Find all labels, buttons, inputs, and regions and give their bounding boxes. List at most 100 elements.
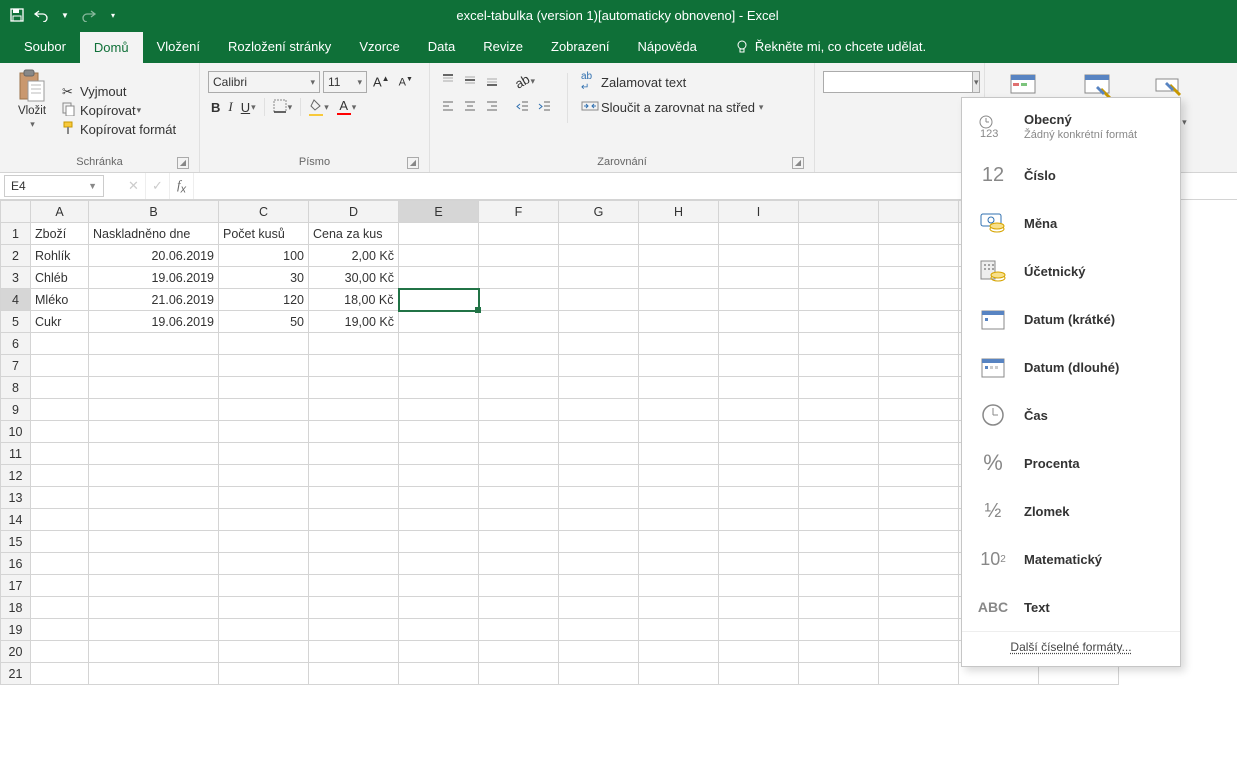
cell-A5[interactable]: Cukr [31, 311, 89, 333]
cell-A15[interactable] [31, 531, 89, 553]
cell-C21[interactable] [219, 663, 309, 685]
wrap-text-button[interactable]: ab↵ Zalamovat text [581, 71, 763, 93]
cell-B14[interactable] [89, 509, 219, 531]
cell-2[interactable] [879, 245, 959, 267]
cell-F12[interactable] [479, 465, 559, 487]
cell-D14[interactable] [309, 509, 399, 531]
align-center-button[interactable] [460, 97, 480, 117]
cell-D5[interactable]: 19,00 Kč [309, 311, 399, 333]
decrease-font-button[interactable]: A▼ [396, 72, 416, 92]
cell-D2[interactable]: 2,00 Kč [309, 245, 399, 267]
cell-G16[interactable] [559, 553, 639, 575]
cell-G7[interactable] [559, 355, 639, 377]
tab-view[interactable]: Zobrazení [537, 31, 624, 63]
cell-B8[interactable] [89, 377, 219, 399]
cell-8[interactable] [799, 377, 879, 399]
cell-H10[interactable] [639, 421, 719, 443]
format-item-number[interactable]: 12 Číslo [962, 151, 1180, 199]
row-header-19[interactable]: 19 [1, 619, 31, 641]
cell-C14[interactable] [219, 509, 309, 531]
cell-F19[interactable] [479, 619, 559, 641]
tab-insert[interactable]: Vložení [143, 31, 214, 63]
cell-I8[interactable] [719, 377, 799, 399]
cell-A12[interactable] [31, 465, 89, 487]
cell-I18[interactable] [719, 597, 799, 619]
cell-C6[interactable] [219, 333, 309, 355]
cell-G5[interactable] [559, 311, 639, 333]
cell-B2[interactable]: 20.06.2019 [89, 245, 219, 267]
row-header-16[interactable]: 16 [1, 553, 31, 575]
cell-C10[interactable] [219, 421, 309, 443]
cell-D17[interactable] [309, 575, 399, 597]
cell-14[interactable] [799, 509, 879, 531]
row-header-13[interactable]: 13 [1, 487, 31, 509]
cell-B9[interactable] [89, 399, 219, 421]
row-header-15[interactable]: 15 [1, 531, 31, 553]
cell-4[interactable] [799, 289, 879, 311]
cell-C11[interactable] [219, 443, 309, 465]
cancel-formula-button[interactable]: ✕ [122, 173, 146, 199]
cell-H5[interactable] [639, 311, 719, 333]
cell-B3[interactable]: 19.06.2019 [89, 267, 219, 289]
cell-E17[interactable] [399, 575, 479, 597]
cell-I16[interactable] [719, 553, 799, 575]
cell-A20[interactable] [31, 641, 89, 663]
cell-I3[interactable] [719, 267, 799, 289]
cell-E6[interactable] [399, 333, 479, 355]
cell-B18[interactable] [89, 597, 219, 619]
cell-H11[interactable] [639, 443, 719, 465]
cell-D7[interactable] [309, 355, 399, 377]
cell-A2[interactable]: Rohlík [31, 245, 89, 267]
cell-F8[interactable] [479, 377, 559, 399]
cell-D8[interactable] [309, 377, 399, 399]
cell-I11[interactable] [719, 443, 799, 465]
cell-16[interactable] [799, 553, 879, 575]
cell-E7[interactable] [399, 355, 479, 377]
cell-C17[interactable] [219, 575, 309, 597]
cell-H8[interactable] [639, 377, 719, 399]
cell-B16[interactable] [89, 553, 219, 575]
cell-G20[interactable] [559, 641, 639, 663]
cell-A3[interactable]: Chléb [31, 267, 89, 289]
cell-G18[interactable] [559, 597, 639, 619]
font-dialog-launcher[interactable]: ◢ [407, 157, 419, 169]
cell-7[interactable] [879, 355, 959, 377]
font-color-button[interactable]: A▾ [334, 97, 360, 117]
cell-C12[interactable] [219, 465, 309, 487]
cell-19[interactable] [879, 619, 959, 641]
qat-customize-icon[interactable]: ▾ [102, 4, 124, 26]
cell-21[interactable] [799, 663, 879, 685]
column-header-blank[interactable] [879, 201, 959, 223]
cell-H6[interactable] [639, 333, 719, 355]
more-number-formats[interactable]: Další číselné formáty... [962, 631, 1180, 662]
number-format-dropdown-button[interactable]: ▾ [973, 71, 980, 93]
cell-E21[interactable] [399, 663, 479, 685]
cell-I9[interactable] [719, 399, 799, 421]
cell-I13[interactable] [719, 487, 799, 509]
cell-8[interactable] [879, 377, 959, 399]
cell-E5[interactable] [399, 311, 479, 333]
cell-5[interactable] [879, 311, 959, 333]
cell-C5[interactable]: 50 [219, 311, 309, 333]
column-header-F[interactable]: F [479, 201, 559, 223]
row-header-4[interactable]: 4 [1, 289, 31, 311]
cell-F13[interactable] [479, 487, 559, 509]
cell-A4[interactable]: Mléko [31, 289, 89, 311]
cell-A21[interactable] [31, 663, 89, 685]
format-item-date-long[interactable]: Datum (dlouhé) [962, 343, 1180, 391]
merge-center-button[interactable]: Sloučit a zarovnat na střed ▾ [581, 99, 763, 116]
cell-B5[interactable]: 19.06.2019 [89, 311, 219, 333]
cell-13[interactable] [799, 487, 879, 509]
cell-H12[interactable] [639, 465, 719, 487]
format-item-date-short[interactable]: Datum (krátké) [962, 295, 1180, 343]
cell-G1[interactable] [559, 223, 639, 245]
cell-C15[interactable] [219, 531, 309, 553]
undo-icon[interactable] [30, 4, 52, 26]
cell-E2[interactable] [399, 245, 479, 267]
cell-I6[interactable] [719, 333, 799, 355]
confirm-formula-button[interactable]: ✓ [146, 173, 170, 199]
save-icon[interactable] [6, 4, 28, 26]
cell-F6[interactable] [479, 333, 559, 355]
cell-D11[interactable] [309, 443, 399, 465]
cell-A10[interactable] [31, 421, 89, 443]
